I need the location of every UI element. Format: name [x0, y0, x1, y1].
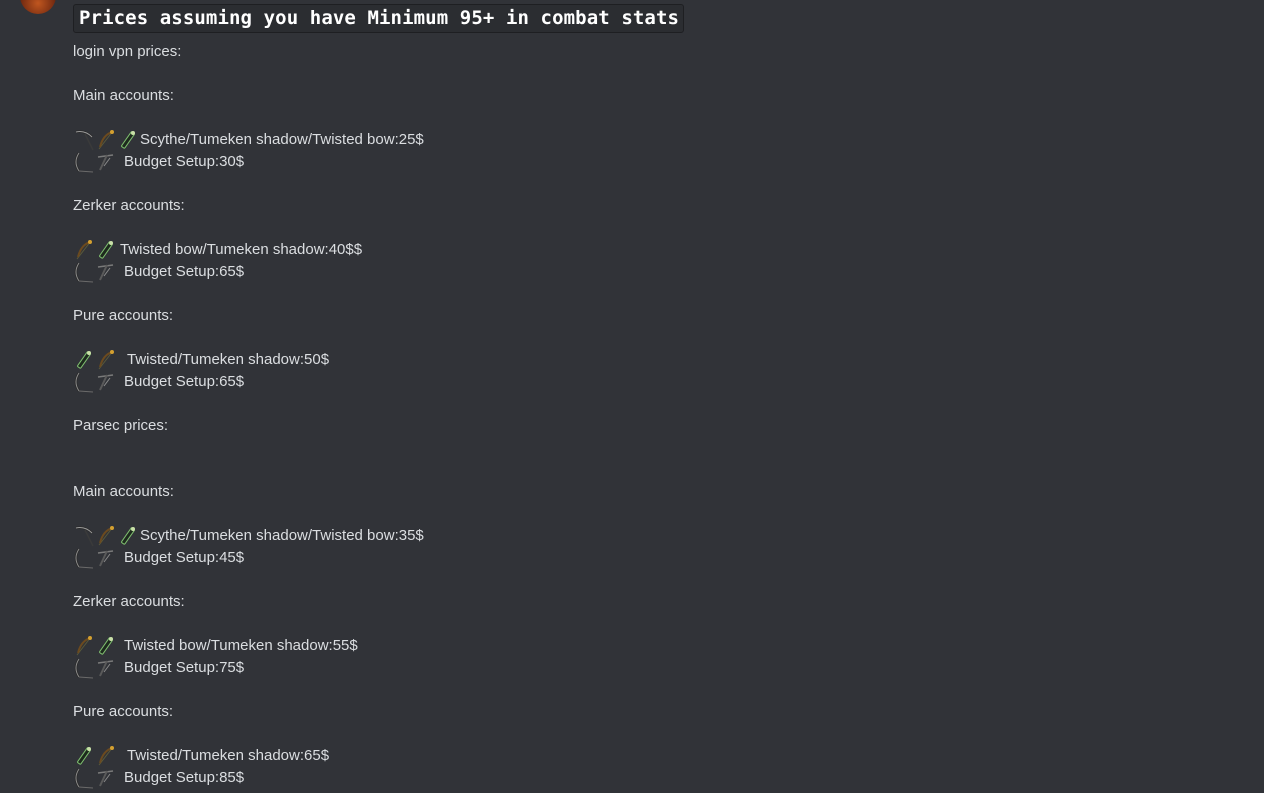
budget-crossbow-emoji-icon	[95, 261, 117, 283]
login-main-heading: Main accounts:	[73, 87, 174, 104]
tumeken-shadow-emoji-icon	[73, 745, 95, 767]
parsec-pure-budget-row: Budget Setup:85$	[73, 767, 244, 789]
budget-crossbow-emoji-icon	[95, 151, 117, 173]
parsec-zerker-budget-row: Budget Setup:75$	[73, 657, 244, 679]
budget-bow-emoji-icon	[73, 767, 95, 789]
login-main-budget-price: Budget Setup:30$	[124, 153, 245, 170]
parsec-pure-budget-price: Budget Setup:85$	[124, 769, 245, 786]
budget-bow-emoji-icon	[73, 657, 95, 679]
user-avatar[interactable]	[20, 0, 56, 14]
login-pure-premium-price: Twisted/Tumeken shadow:50$	[127, 351, 330, 368]
login-main-premium-row: Scythe/Tumeken shadow/Twisted bow:25$	[73, 129, 424, 151]
budget-bow-emoji-icon	[73, 371, 95, 393]
budget-bow-emoji-icon	[73, 547, 95, 569]
parsec-main-premium-price: Scythe/Tumeken shadow/Twisted bow:35$	[140, 527, 424, 544]
login-zerker-heading: Zerker accounts:	[73, 197, 185, 214]
parsec-zerker-premium-row: Twisted bow/Tumeken shadow:55$	[73, 635, 358, 657]
parsec-zerker-heading: Zerker accounts:	[73, 593, 185, 610]
twisted-bow-emoji-icon	[73, 239, 95, 261]
parsec-heading: Parsec prices:	[73, 417, 169, 434]
parsec-main-budget-row: Budget Setup:45$	[73, 547, 244, 569]
parsec-main-heading: Main accounts:	[73, 483, 174, 500]
parsec-pure-premium-price: Twisted/Tumeken shadow:65$	[127, 747, 330, 764]
login-main-budget-row: Budget Setup:30$	[73, 151, 244, 173]
parsec-zerker-budget-price: Budget Setup:75$	[124, 659, 245, 676]
parsec-pure-heading: Pure accounts:	[73, 703, 174, 720]
scythe-emoji-icon	[73, 129, 95, 151]
twisted-bow-emoji-icon	[95, 745, 124, 767]
budget-crossbow-emoji-icon	[95, 767, 117, 789]
parsec-main-premium-row: Scythe/Tumeken shadow/Twisted bow:35$	[73, 525, 424, 547]
budget-crossbow-emoji-icon	[95, 547, 117, 569]
tumeken-shadow-emoji-icon	[73, 349, 95, 371]
budget-bow-emoji-icon	[73, 151, 95, 173]
parsec-zerker-premium-price: Twisted bow/Tumeken shadow:55$	[124, 637, 358, 654]
budget-bow-emoji-icon	[73, 261, 95, 283]
twisted-bow-emoji-icon	[73, 635, 95, 657]
login-vpn-heading: login vpn prices:	[73, 43, 182, 60]
scythe-emoji-icon	[73, 525, 95, 547]
tumeken-shadow-emoji-icon	[95, 635, 121, 657]
message-header-code: Prices assuming you have Minimum 95+ in …	[73, 4, 685, 33]
parsec-pure-premium-row: Twisted/Tumeken shadow:65$	[73, 745, 329, 767]
twisted-bow-emoji-icon	[95, 129, 117, 151]
login-main-premium-price: Scythe/Tumeken shadow/Twisted bow:25$	[140, 131, 424, 148]
login-zerker-budget-row: Budget Setup:65$	[73, 261, 244, 283]
login-zerker-premium-row: Twisted bow/Tumeken shadow:40$$	[73, 239, 362, 261]
login-pure-budget-price: Budget Setup:65$	[124, 373, 245, 390]
tumeken-shadow-emoji-icon	[117, 525, 137, 547]
budget-crossbow-emoji-icon	[95, 657, 117, 679]
budget-crossbow-emoji-icon	[95, 371, 117, 393]
login-zerker-budget-price: Budget Setup:65$	[124, 263, 245, 280]
tumeken-shadow-emoji-icon	[95, 239, 119, 261]
tumeken-shadow-emoji-icon	[117, 129, 137, 151]
twisted-bow-emoji-icon	[95, 349, 124, 371]
login-zerker-premium-price: Twisted bow/Tumeken shadow:40$$	[120, 241, 363, 258]
twisted-bow-emoji-icon	[95, 525, 117, 547]
parsec-main-budget-price: Budget Setup:45$	[124, 549, 245, 566]
login-pure-budget-row: Budget Setup:65$	[73, 371, 244, 393]
login-pure-premium-row: Twisted/Tumeken shadow:50$	[73, 349, 329, 371]
login-pure-heading: Pure accounts:	[73, 307, 174, 324]
